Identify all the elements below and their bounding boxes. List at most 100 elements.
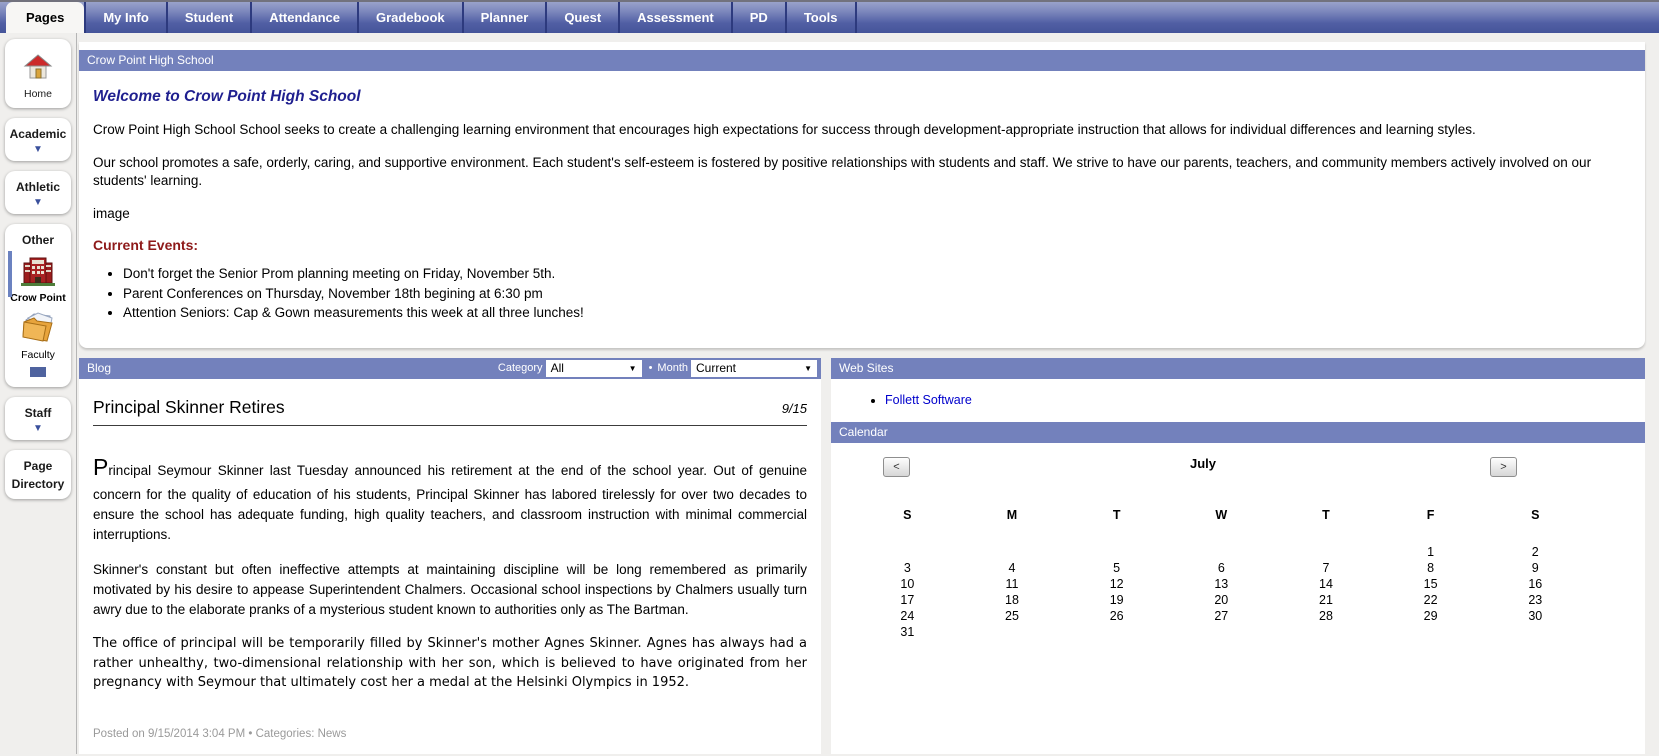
calendar-day-cell[interactable]: 17	[855, 592, 960, 608]
tab-planner[interactable]: Planner	[464, 2, 548, 33]
day-header: S	[855, 508, 960, 544]
blog-header: Blog Category All ▼ • Month Current ▼	[79, 358, 821, 379]
right-column: Web Sites Follett Software Calendar July…	[831, 358, 1645, 754]
month-select-value: Current	[696, 358, 736, 379]
calendar-day-cell[interactable]: 18	[960, 592, 1065, 608]
calendar-day-header-row: S M T W T F S	[855, 508, 1588, 544]
calendar-day-cell[interactable]: 22	[1378, 592, 1483, 608]
tab-my-info[interactable]: My Info	[84, 2, 168, 33]
selected-indicator-bar	[8, 251, 12, 297]
event-item: Parent Conferences on Thursday, November…	[123, 285, 1645, 304]
calendar-month-title: July	[831, 456, 1575, 471]
calendar-day-cell[interactable]: 28	[1274, 608, 1379, 624]
calendar-day-cell[interactable]: 13	[1169, 576, 1274, 592]
tab-pd[interactable]: PD	[733, 2, 787, 33]
calendar-day-cell[interactable]	[1483, 624, 1588, 640]
calendar-day-cell[interactable]: 29	[1378, 608, 1483, 624]
post-title: Principal Skinner Retires	[93, 397, 782, 418]
tab-quest[interactable]: Quest	[547, 2, 620, 33]
calendar-header-title: Calendar	[839, 422, 888, 443]
chevron-down-icon: ▼	[629, 358, 637, 379]
calendar-day-cell[interactable]: 14	[1274, 576, 1379, 592]
sidebar-group-other: Other Crow Point	[5, 224, 71, 387]
chevron-down-icon: ▼	[804, 358, 812, 379]
calendar-body: July < > S M T W T F S	[831, 443, 1645, 754]
calendar-day-cell[interactable]: 20	[1169, 592, 1274, 608]
calendar-day-cell[interactable]: 27	[1169, 608, 1274, 624]
chevron-down-icon: ▼	[7, 145, 69, 155]
calendar-day-cell[interactable]: 2	[1483, 544, 1588, 560]
day-header: M	[960, 508, 1065, 544]
current-events-list: Don't forget the Senior Prom planning me…	[109, 265, 1645, 324]
school-banner-title: Crow Point High School	[87, 50, 214, 71]
calendar-day-cell[interactable]: 23	[1483, 592, 1588, 608]
sidebar-item-page-directory[interactable]: Page Directory	[5, 450, 71, 499]
calendar-day-cell[interactable]: 6	[1169, 560, 1274, 576]
tab-attendance[interactable]: Attendance	[252, 2, 359, 33]
sidebar-item-faculty[interactable]: Faculty	[7, 310, 69, 377]
welcome-panel: Crow Point High School Welcome to Crow P…	[79, 42, 1645, 348]
calendar-day-cell[interactable]: 25	[960, 608, 1065, 624]
calendar-day-cell[interactable]: 31	[855, 624, 960, 640]
month-select[interactable]: Current ▼	[691, 360, 817, 377]
calendar-day-cell[interactable]: 5	[1064, 560, 1169, 576]
sidebar-home-label: Home	[24, 88, 52, 100]
tab-gradebook[interactable]: Gradebook	[359, 2, 464, 33]
calendar-day-cell[interactable]	[1169, 624, 1274, 640]
calendar-day-cell[interactable]: 21	[1274, 592, 1379, 608]
calendar-day-cell[interactable]: 9	[1483, 560, 1588, 576]
calendar-day-cell[interactable]: 24	[855, 608, 960, 624]
school-building-icon	[7, 253, 69, 287]
sidebar-item-crow-point[interactable]: Crow Point	[7, 253, 69, 306]
sidebar-page-directory-label: Page Directory	[12, 459, 65, 491]
calendar-day-cell[interactable]	[960, 544, 1065, 560]
websites-body: Follett Software	[831, 379, 1645, 422]
post-title-row: Principal Skinner Retires 9/15	[93, 397, 807, 426]
calendar-day-cell[interactable]	[1378, 624, 1483, 640]
calendar-header: Calendar	[831, 422, 1645, 443]
sidebar-item-athletic[interactable]: Athletic ▼	[5, 171, 71, 214]
sidebar-item-academic[interactable]: Academic ▼	[5, 118, 71, 161]
calendar-day-cell[interactable]: 26	[1064, 608, 1169, 624]
sidebar-academic-label: Academic	[10, 127, 67, 141]
calendar-day-cell[interactable]	[1064, 544, 1169, 560]
sidebar-crow-point-label: Crow Point	[10, 292, 65, 304]
calendar-day-cell[interactable]: 16	[1483, 576, 1588, 592]
tab-tools[interactable]: Tools	[787, 2, 857, 33]
top-navbar: Pages My Info Student Attendance Gradebo…	[0, 0, 1659, 33]
sidebar-item-home[interactable]: Home	[5, 39, 71, 108]
follett-software-link[interactable]: Follett Software	[885, 393, 972, 407]
blog-panel: Blog Category All ▼ • Month Current ▼	[79, 358, 821, 754]
calendar-day-cell[interactable]: 10	[855, 576, 960, 592]
calendar-day-cell[interactable]: 12	[1064, 576, 1169, 592]
calendar-day-cell[interactable]: 1	[1378, 544, 1483, 560]
calendar-week-row: 1 2	[855, 544, 1588, 560]
calendar-day-cell[interactable]: 7	[1274, 560, 1379, 576]
tab-assessment[interactable]: Assessment	[620, 2, 733, 33]
calendar-day-cell[interactable]	[855, 544, 960, 560]
calendar-day-cell[interactable]	[1169, 544, 1274, 560]
calendar-day-cell[interactable]: 3	[855, 560, 960, 576]
image-placeholder-text: image	[93, 206, 1631, 221]
calendar-day-cell[interactable]	[960, 624, 1065, 640]
day-header: W	[1169, 508, 1274, 544]
category-label: Category	[498, 358, 543, 379]
calendar-day-cell[interactable]: 11	[960, 576, 1065, 592]
websites-list: Follett Software	[873, 393, 1645, 407]
category-select[interactable]: All ▼	[546, 360, 642, 377]
calendar-day-cell[interactable]	[1274, 624, 1379, 640]
calendar-day-cell[interactable]: 19	[1064, 592, 1169, 608]
tab-pages[interactable]: Pages	[6, 2, 84, 33]
calendar-day-cell[interactable]	[1064, 624, 1169, 640]
calendar-day-cell[interactable]: 8	[1378, 560, 1483, 576]
sidebar-other-label: Other	[22, 233, 54, 247]
calendar-day-cell[interactable]: 15	[1378, 576, 1483, 592]
calendar-week-row: 3 4 5 6 7 8 9	[855, 560, 1588, 576]
sidebar-item-staff[interactable]: Staff ▼	[5, 397, 71, 440]
post-footer: Posted on 9/15/2014 3:04 PM • Categories…	[93, 706, 807, 740]
tab-student[interactable]: Student	[168, 2, 252, 33]
calendar-day-cell[interactable]	[1274, 544, 1379, 560]
calendar-day-cell[interactable]: 30	[1483, 608, 1588, 624]
day-header: F	[1378, 508, 1483, 544]
calendar-day-cell[interactable]: 4	[960, 560, 1065, 576]
